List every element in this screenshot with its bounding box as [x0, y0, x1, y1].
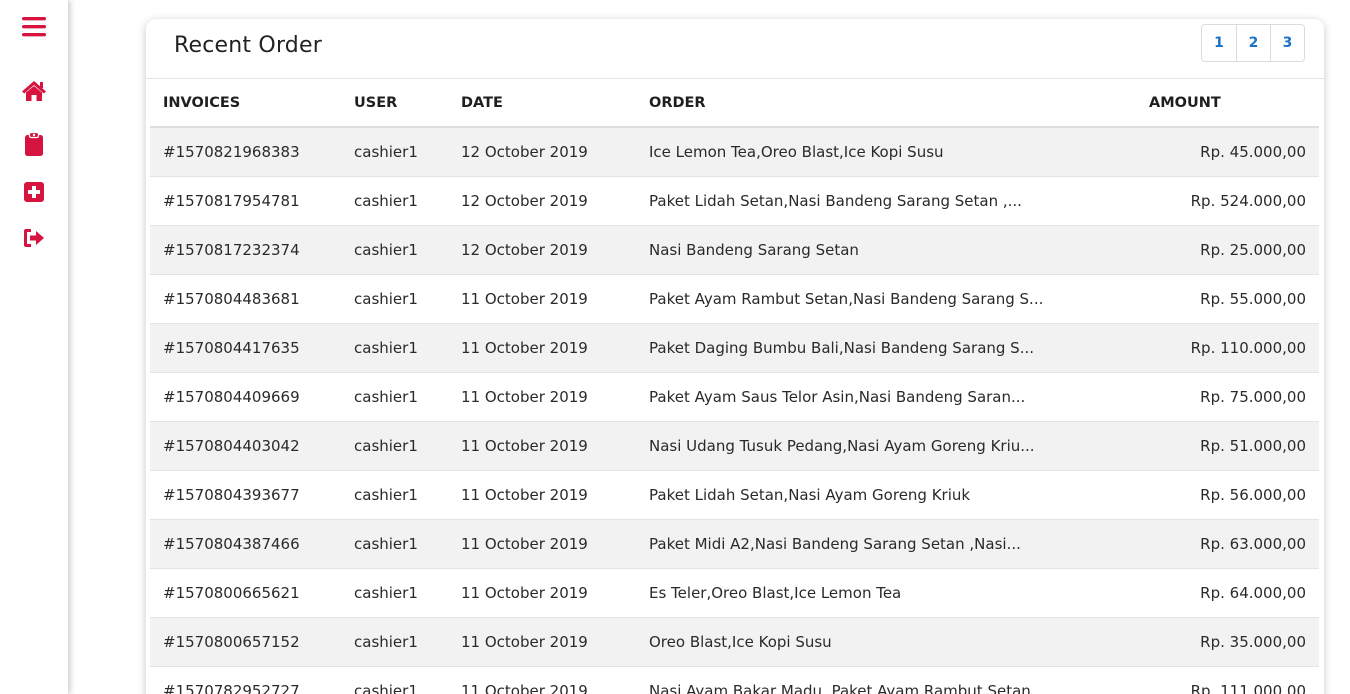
cell-date: 11 October 2019 [448, 469, 636, 519]
cell-order: Nasi Ayam Bakar Madu, Paket Ayam Rambut … [636, 665, 1136, 694]
cell-amount: Rp. 56.000,00 [1136, 469, 1319, 519]
table-row[interactable]: #1570817232374 cashier1 12 October 2019 Nas… [150, 224, 1319, 274]
cell-date: 11 October 2019 [448, 616, 636, 666]
cell-invoice: #1570804403042 [150, 420, 341, 470]
cell-amount: Rp. 111.000,00 [1136, 665, 1319, 694]
clipboard-icon[interactable] [21, 131, 47, 157]
cell-order: Paket Ayam Rambut Setan,Nasi Bandeng Sar… [636, 273, 1136, 323]
cell-amount: Rp. 55.000,00 [1136, 273, 1319, 323]
cell-user: cashier1 [341, 616, 448, 666]
cell-invoice: #1570782952727 [150, 665, 341, 694]
cell-date: 11 October 2019 [448, 322, 636, 372]
cell-invoice: #1570800657152 [150, 616, 341, 666]
cell-invoice: #1570800665621 [150, 567, 341, 617]
cell-order: Es Teler,Oreo Blast,Ice Lemon Tea [636, 567, 1136, 617]
cell-date: 11 October 2019 [448, 420, 636, 470]
cell-invoice: #1570817954781 [150, 175, 341, 225]
home-icon[interactable] [21, 78, 47, 104]
cell-date: 11 October 2019 [448, 518, 636, 568]
cell-order: Paket Midi A2,Nasi Bandeng Sarang Setan … [636, 518, 1136, 568]
header-amount: AMOUNT [1136, 79, 1319, 128]
table-row[interactable]: #1570800665621 cashier1 11 October 2019 Es … [150, 567, 1319, 617]
cell-user: cashier1 [341, 322, 448, 372]
table-row[interactable]: #1570804409669 cashier1 11 October 2019 Pak… [150, 371, 1319, 421]
header-order: ORDER [636, 79, 1136, 128]
cell-amount: Rp. 64.000,00 [1136, 567, 1319, 617]
cell-user: cashier1 [341, 273, 448, 323]
cell-amount: Rp. 51.000,00 [1136, 420, 1319, 470]
orders-body: #1570821968383 cashier1 12 October 2019 Ice… [150, 126, 1319, 694]
cell-user: cashier1 [341, 175, 448, 225]
cell-amount: Rp. 45.000,00 [1136, 126, 1319, 176]
page-3-button[interactable]: 3 [1270, 25, 1304, 61]
table-row[interactable]: #1570804403042 cashier1 11 October 2019 Nas… [150, 420, 1319, 470]
cell-order: Paket Lidah Setan,Nasi Bandeng Sarang Se… [636, 175, 1136, 225]
page-1-button[interactable]: 1 [1202, 25, 1236, 61]
cell-user: cashier1 [341, 420, 448, 470]
header-user: USER [341, 79, 448, 128]
cell-date: 12 October 2019 [448, 175, 636, 225]
header-invoices: INVOICES [150, 79, 341, 128]
sign-out-icon[interactable] [21, 225, 47, 251]
table-row[interactable]: #1570804483681 cashier1 11 October 2019 Pak… [150, 273, 1319, 323]
cell-order: Nasi Bandeng Sarang Setan [636, 224, 1136, 274]
cell-date: 11 October 2019 [448, 665, 636, 694]
cell-order: Nasi Udang Tusuk Pedang,Nasi Ayam Goreng… [636, 420, 1136, 470]
plus-square-icon[interactable] [21, 179, 47, 205]
cell-invoice: #1570817232374 [150, 224, 341, 274]
cell-amount: Rp. 524.000,00 [1136, 175, 1319, 225]
menu-icon[interactable] [21, 14, 47, 40]
cell-invoice: #1570804483681 [150, 273, 341, 323]
cell-amount: Rp. 25.000,00 [1136, 224, 1319, 274]
cell-order: Paket Daging Bumbu Bali,Nasi Bandeng Sar… [636, 322, 1136, 372]
cell-date: 12 October 2019 [448, 224, 636, 274]
cell-amount: Rp. 110.000,00 [1136, 322, 1319, 372]
card-title: Recent Order [174, 33, 322, 58]
cell-user: cashier1 [341, 567, 448, 617]
cell-invoice: #1570804387466 [150, 518, 341, 568]
table-row[interactable]: #1570800657152 cashier1 11 October 2019 Ore… [150, 616, 1319, 666]
table-row[interactable]: #1570817954781 cashier1 12 October 2019 Pak… [150, 175, 1319, 225]
cell-order: Oreo Blast,Ice Kopi Susu [636, 616, 1136, 666]
cell-user: cashier1 [341, 371, 448, 421]
pagination: 1 2 3 [1201, 24, 1305, 62]
cell-user: cashier1 [341, 126, 448, 176]
cell-order: Paket Lidah Setan,Nasi Ayam Goreng Kriuk [636, 469, 1136, 519]
cell-user: cashier1 [341, 518, 448, 568]
table-header-row: INVOICES USER DATE ORDER AMOUNT [150, 79, 1319, 128]
cell-date: 12 October 2019 [448, 126, 636, 176]
cell-order: Ice Lemon Tea,Oreo Blast,Ice Kopi Susu [636, 126, 1136, 176]
cell-amount: Rp. 35.000,00 [1136, 616, 1319, 666]
table-row[interactable]: #1570804393677 cashier1 11 October 2019 Pak… [150, 469, 1319, 519]
recent-order-card: Recent Order 1 2 3 INVOICES USER DATE OR… [146, 19, 1324, 694]
table-row[interactable]: #1570804417635 cashier1 11 October 2019 Pak… [150, 322, 1319, 372]
cell-user: cashier1 [341, 469, 448, 519]
cell-date: 11 October 2019 [448, 371, 636, 421]
cell-date: 11 October 2019 [448, 273, 636, 323]
cell-user: cashier1 [341, 224, 448, 274]
cell-order: Paket Ayam Saus Telor Asin,Nasi Bandeng … [636, 371, 1136, 421]
sidebar [0, 0, 68, 694]
cell-invoice: #1570804393677 [150, 469, 341, 519]
orders-table: INVOICES USER DATE ORDER AMOUNT #1570821… [150, 79, 1319, 694]
cell-amount: Rp. 63.000,00 [1136, 518, 1319, 568]
page-2-button[interactable]: 2 [1236, 25, 1270, 61]
cell-invoice: #1570804417635 [150, 322, 341, 372]
cell-date: 11 October 2019 [448, 567, 636, 617]
cell-amount: Rp. 75.000,00 [1136, 371, 1319, 421]
header-date: DATE [448, 79, 636, 128]
cell-invoice: #1570821968383 [150, 126, 341, 176]
table-row[interactable]: #1570821968383 cashier1 12 October 2019 Ice… [150, 126, 1319, 176]
table-row[interactable]: #1570804387466 cashier1 11 October 2019 Pak… [150, 518, 1319, 568]
cell-user: cashier1 [341, 665, 448, 694]
table-row[interactable]: #1570782952727 cashier1 11 October 2019 Nas… [150, 665, 1319, 694]
cell-invoice: #1570804409669 [150, 371, 341, 421]
